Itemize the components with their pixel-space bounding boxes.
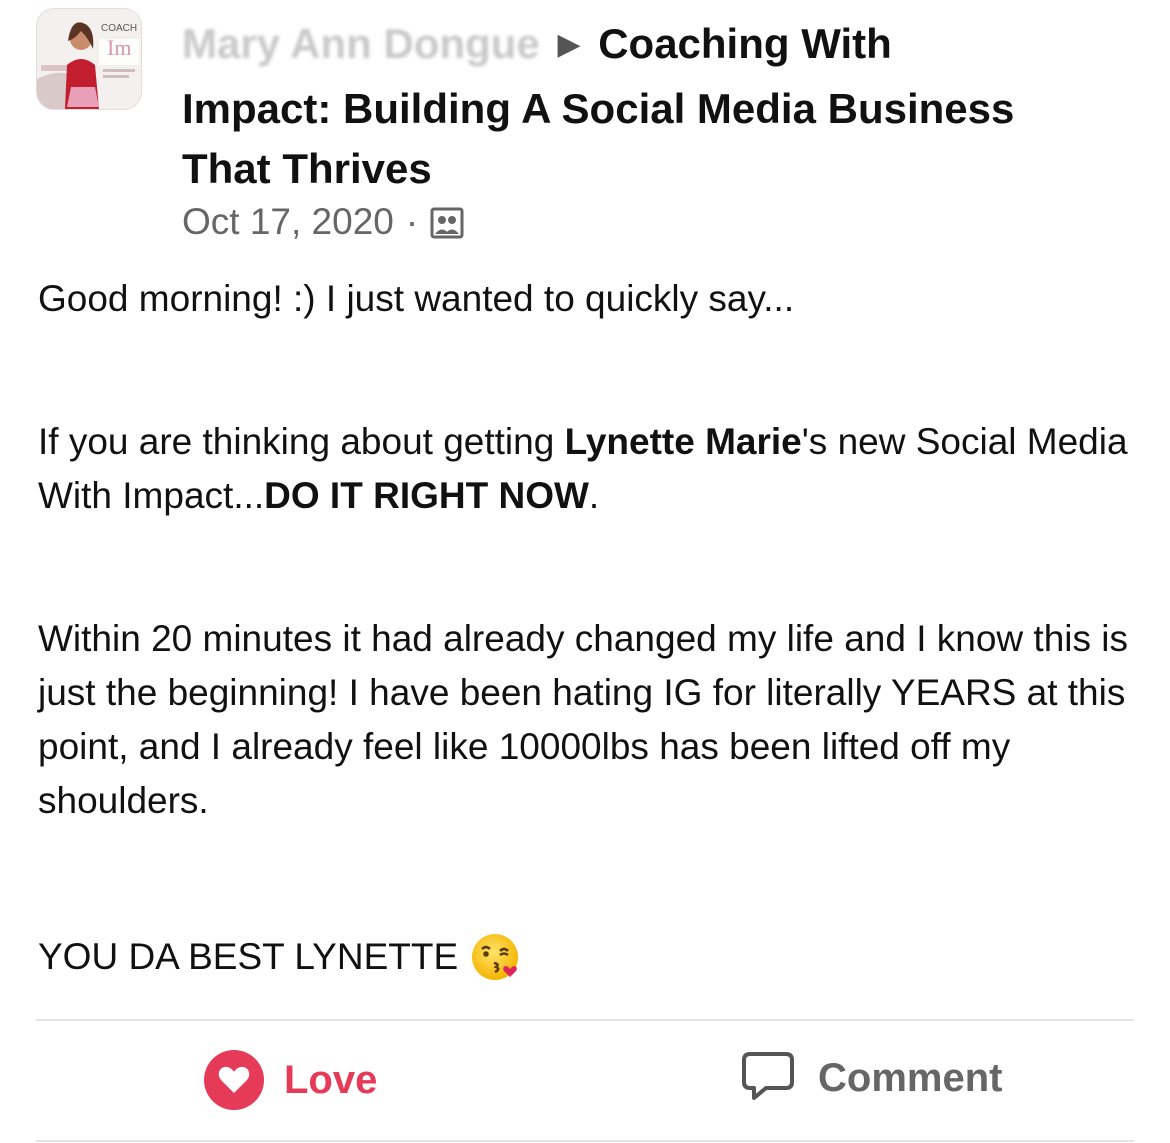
post-meta: Oct 17, 2020 ·: [182, 201, 1102, 243]
comment-label: Comment: [818, 1056, 1003, 1100]
love-label: Love: [284, 1057, 378, 1102]
svg-text:Im: Im: [107, 35, 131, 60]
kiss-emoji-icon: [470, 931, 522, 983]
paragraph-closing: YOU DA BEST LYNETTE: [38, 930, 522, 984]
avatar[interactable]: COACH Im: [36, 8, 142, 110]
group-icon: [430, 206, 464, 239]
paragraph-testimony: Within 20 minutes it had already changed…: [38, 618, 1129, 821]
author-name[interactable]: Mary Ann Dongue: [182, 20, 540, 67]
comment-icon: [740, 1050, 796, 1107]
avatar-label: COACH: [101, 23, 137, 34]
divider: [36, 1140, 1134, 1142]
mention-lynette-marie[interactable]: Lynette Marie: [565, 421, 802, 462]
p2-pre: If you are thinking about getting: [38, 421, 565, 462]
group-name-line3[interactable]: That Thrives: [182, 145, 432, 192]
love-button[interactable]: Love: [204, 1050, 377, 1110]
post-title: Mary Ann Dongue ▶ Coaching With Impact: …: [182, 14, 1102, 199]
p2-post: .: [588, 475, 600, 516]
divider: [36, 1019, 1134, 1021]
share-arrow-icon: ▶: [557, 28, 581, 61]
heart-icon: [204, 1050, 264, 1110]
closing-text: YOU DA BEST LYNETTE: [38, 936, 459, 977]
paragraph-recommendation: If you are thinking about getting Lynett…: [38, 415, 1138, 523]
group-name-line1[interactable]: Coaching With: [598, 20, 892, 67]
group-name-line2[interactable]: Impact: Building A Social Media Business: [182, 85, 1014, 132]
comment-button[interactable]: Comment: [740, 1050, 1002, 1107]
meta-separator: ·: [405, 201, 419, 242]
p2-emphasis: DO IT RIGHT NOW: [264, 475, 589, 516]
post-header: Mary Ann Dongue ▶ Coaching With Impact: …: [182, 14, 1102, 243]
post-date[interactable]: Oct 17, 2020: [182, 201, 394, 243]
paragraph-greeting: Good morning! :) I just wanted to quickl…: [38, 278, 795, 319]
